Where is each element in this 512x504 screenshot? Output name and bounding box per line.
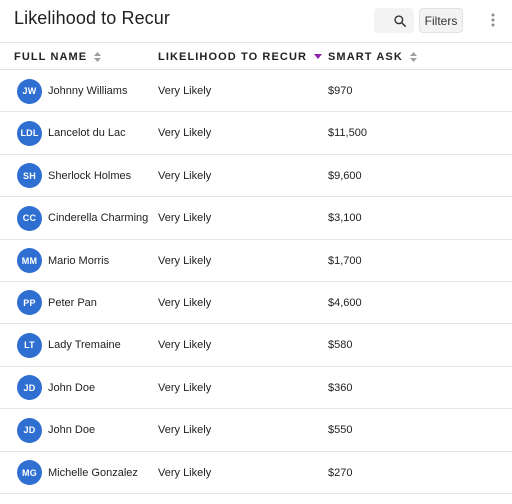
column-header-label: LIKELIHOOD TO RECUR: [158, 50, 308, 63]
table-row[interactable]: CC Cinderella Charming Very Likely $3,10…: [0, 197, 512, 240]
table-row[interactable]: MG Michelle Gonzalez Very Likely $270: [0, 452, 512, 494]
table-row[interactable]: MM Mario Morris Very Likely $1,700: [0, 240, 512, 282]
sort-descending-icon: [314, 54, 323, 59]
likelihood-cell: Very Likely: [158, 169, 212, 182]
full-name-cell[interactable]: Lancelot du Lac: [48, 112, 126, 154]
smart-ask-cell: $4,600: [328, 296, 362, 309]
column-header-full-name[interactable]: FULL NAME: [14, 43, 102, 70]
likelihood-cell: Very Likely: [158, 466, 212, 479]
avatar: PP: [17, 290, 42, 316]
table-body: JW Johnny Williams Very Likely $970 LDL …: [0, 70, 512, 494]
table-row[interactable]: PP Peter Pan Very Likely $4,600: [0, 282, 512, 325]
smart-ask-cell: $360: [328, 381, 353, 394]
column-header-label: FULL NAME: [14, 50, 88, 63]
avatar: MM: [17, 248, 42, 274]
smart-ask-cell: $1,700: [328, 254, 362, 267]
donor-table: FULL NAME LIKELIHOOD TO RECUR SMART ASK: [0, 42, 512, 494]
avatar: MG: [17, 460, 42, 486]
table-row[interactable]: LT Lady Tremaine Very Likely $580: [0, 324, 512, 367]
page-title: Likelihood to Recur: [14, 8, 170, 28]
likelihood-cell: Very Likely: [158, 339, 212, 352]
search-button[interactable]: [374, 8, 414, 33]
avatar: JW: [17, 78, 42, 104]
page-header: Likelihood to Recur Filters: [0, 0, 512, 42]
full-name-cell[interactable]: Michelle Gonzalez: [48, 452, 138, 494]
likelihood-cell: Very Likely: [158, 127, 212, 140]
more-options-button[interactable]: [484, 10, 502, 30]
smart-ask-cell: $11,500: [328, 127, 367, 140]
full-name-cell[interactable]: Johnny Williams: [48, 70, 127, 112]
likelihood-cell: Very Likely: [158, 85, 212, 97]
avatar: JD: [17, 417, 42, 443]
more-vertical-icon: [491, 13, 495, 27]
column-header-smart-ask[interactable]: SMART ASK: [328, 43, 417, 70]
smart-ask-cell: $9,600: [328, 169, 362, 182]
sort-unsorted-icon: [94, 51, 102, 62]
smart-ask-cell: $270: [328, 466, 353, 479]
full-name-cell[interactable]: John Doe: [48, 367, 95, 409]
avatar: SH: [17, 163, 42, 189]
table-row[interactable]: JW Johnny Williams Very Likely $970: [0, 70, 512, 113]
likelihood-cell: Very Likely: [158, 424, 212, 437]
full-name-cell[interactable]: Sherlock Holmes: [48, 155, 131, 197]
table-header: FULL NAME LIKELIHOOD TO RECUR SMART ASK: [0, 42, 512, 70]
avatar: JD: [17, 375, 42, 401]
column-header-label: SMART ASK: [328, 50, 403, 63]
sort-unsorted-icon: [409, 51, 417, 62]
full-name-cell[interactable]: John Doe: [48, 409, 95, 451]
search-icon: [394, 14, 407, 27]
avatar: LT: [17, 332, 42, 358]
avatar: CC: [17, 205, 42, 231]
full-name-cell[interactable]: Cinderella Charming: [48, 197, 148, 239]
likelihood-cell: Very Likely: [158, 254, 212, 267]
filters-button[interactable]: Filters: [419, 8, 463, 33]
table-row[interactable]: JD John Doe Very Likely $550: [0, 409, 512, 452]
table-row[interactable]: JD John Doe Very Likely $360: [0, 367, 512, 410]
smart-ask-cell: $970: [328, 85, 353, 97]
full-name-cell[interactable]: Lady Tremaine: [48, 324, 121, 366]
column-header-likelihood[interactable]: LIKELIHOOD TO RECUR: [158, 43, 323, 70]
table-row[interactable]: SH Sherlock Holmes Very Likely $9,600: [0, 155, 512, 198]
avatar: LDL: [17, 120, 42, 146]
likelihood-cell: Very Likely: [158, 381, 212, 394]
full-name-cell[interactable]: Peter Pan: [48, 282, 97, 324]
likelihood-cell: Very Likely: [158, 296, 212, 309]
likelihood-cell: Very Likely: [158, 212, 212, 225]
smart-ask-cell: $3,100: [328, 212, 362, 225]
smart-ask-cell: $580: [328, 339, 353, 352]
full-name-cell[interactable]: Mario Morris: [48, 240, 109, 282]
table-row[interactable]: LDL Lancelot du Lac Very Likely $11,500: [0, 112, 512, 155]
smart-ask-cell: $550: [328, 424, 353, 437]
